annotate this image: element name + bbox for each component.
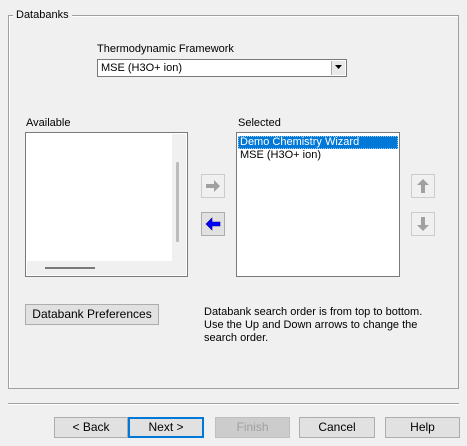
help-button[interactable]: Help xyxy=(385,417,460,438)
next-button[interactable]: Next > xyxy=(128,417,204,438)
left-arrow-icon xyxy=(205,217,221,231)
available-label: Available xyxy=(26,117,71,129)
horizontal-scroll-thumb[interactable] xyxy=(45,267,95,269)
finish-button[interactable]: Finish xyxy=(215,417,290,438)
framework-dropdown[interactable]: MSE (H3O+ ion) xyxy=(97,59,347,77)
footer-separator xyxy=(8,403,459,405)
selected-item-demo-chemistry-wizard[interactable]: Demo Chemistry Wizard xyxy=(238,136,398,149)
dropdown-arrow-button[interactable] xyxy=(331,61,345,75)
cancel-button[interactable]: Cancel xyxy=(299,417,375,438)
move-up-button[interactable] xyxy=(411,174,435,198)
right-arrow-icon xyxy=(206,180,220,192)
info-line-3: search order. xyxy=(204,332,269,344)
available-vertical-scrollbar[interactable] xyxy=(172,134,186,261)
down-arrow-icon xyxy=(417,217,429,231)
databank-preferences-button[interactable]: Databank Preferences xyxy=(25,304,159,325)
remove-databank-button[interactable] xyxy=(201,212,225,236)
info-line-1: Databank search order is from top to bot… xyxy=(204,306,423,318)
scrollbar-corner xyxy=(172,261,186,275)
selected-item-mse-h3o-ion[interactable]: MSE (H3O+ ion) xyxy=(238,149,398,162)
chevron-down-icon xyxy=(335,65,342,69)
framework-label: Thermodynamic Framework xyxy=(97,43,234,55)
available-listbox[interactable] xyxy=(25,132,188,277)
up-arrow-icon xyxy=(417,179,429,193)
selected-listbox[interactable]: Demo Chemistry Wizard MSE (H3O+ ion) xyxy=(236,132,400,277)
search-order-info: Databank search order is from top to bot… xyxy=(204,306,434,345)
databanks-group-title: Databanks xyxy=(13,9,72,21)
move-down-button[interactable] xyxy=(411,212,435,236)
add-databank-button[interactable] xyxy=(201,174,225,198)
available-horizontal-scrollbar[interactable] xyxy=(27,261,173,275)
vertical-scroll-thumb[interactable] xyxy=(176,162,179,242)
info-line-2: Use the Up and Down arrows to change the xyxy=(204,319,418,331)
back-button[interactable]: < Back xyxy=(54,417,128,438)
selected-label: Selected xyxy=(238,117,281,129)
available-list-area[interactable] xyxy=(27,134,173,259)
framework-selected-value: MSE (H3O+ ion) xyxy=(101,62,182,74)
